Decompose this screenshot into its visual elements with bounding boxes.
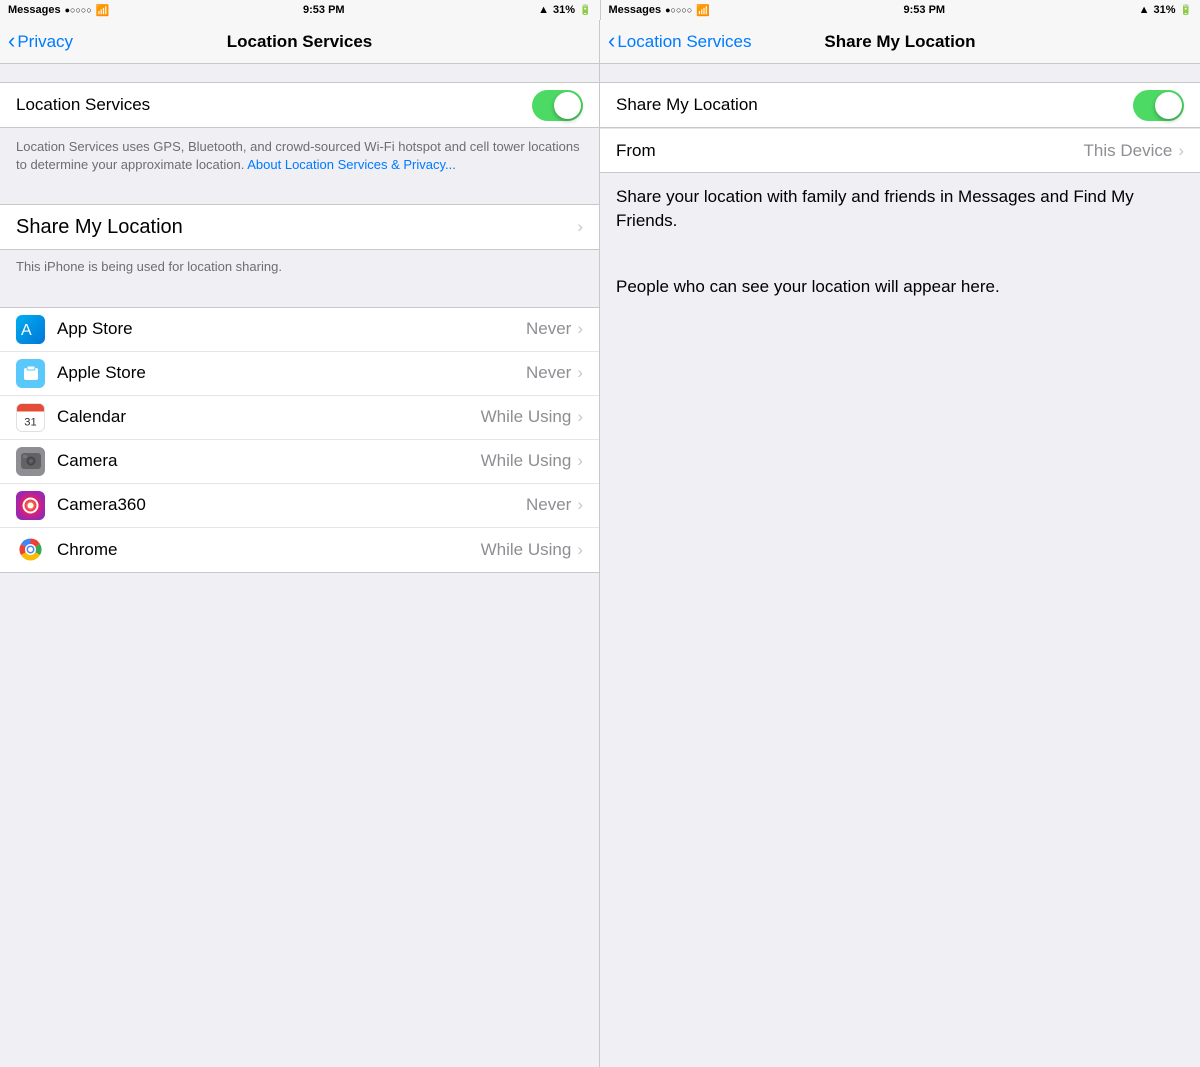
people-note: People who can see your location will ap… (600, 263, 1200, 319)
nav-right: ‹ Location Services Share My Location (600, 20, 1200, 63)
privacy-link[interactable]: About Location Services & Privacy... (247, 157, 456, 172)
carrier-right: Messages (609, 4, 662, 16)
app-icon-appstore: A (16, 315, 45, 344)
share-my-location-chevron: › (577, 217, 583, 237)
share-my-location-label: Share My Location (16, 216, 577, 239)
location-services-row[interactable]: Location Services (0, 83, 599, 127)
app-list-card: A App Store Never › Apple Store Never › (0, 307, 599, 573)
toggle-knob (554, 92, 581, 119)
app-permission-applestore: Never (526, 363, 571, 383)
share-my-location-card: Share My Location › (0, 204, 599, 250)
app-chevron-camera: › (577, 451, 583, 471)
share-location-toggle[interactable] (1133, 90, 1184, 121)
nav-bar: ‹ Privacy Location Services ‹ Location S… (0, 20, 1200, 64)
location-services-card: Location Services (0, 82, 599, 128)
app-row-camera[interactable]: Camera While Using › (0, 440, 599, 484)
app-chevron-chrome: › (577, 540, 583, 560)
gap-top-left (0, 64, 599, 82)
app-permission-calendar: While Using (481, 407, 572, 427)
back-label-right: Location Services (617, 32, 751, 52)
wifi-icon-right: 📶 (696, 4, 710, 17)
share-description: Share your location with family and frie… (600, 173, 1200, 253)
app-icon-calendar: 31 (16, 403, 45, 432)
back-button-right[interactable]: ‹ Location Services (608, 32, 752, 52)
status-right-items-right: ▲ 31% 🔋 (1139, 4, 1192, 16)
app-icon-applestore (16, 359, 45, 388)
app-name-camera360: Camera360 (57, 495, 526, 515)
app-name-calendar: Calendar (57, 407, 481, 427)
app-permission-appstore: Never (526, 319, 571, 339)
gap-top-right (600, 64, 1200, 82)
app-name-camera: Camera (57, 451, 481, 471)
location-services-toggle[interactable] (532, 90, 583, 121)
app-icon-camera360 (16, 491, 45, 520)
app-permission-camera360: Never (526, 495, 571, 515)
share-location-toggle-label: Share My Location (616, 95, 1133, 115)
app-chevron-camera360: › (577, 495, 583, 515)
location-icon-left: ▲ (538, 4, 549, 16)
location-services-label: Location Services (16, 95, 532, 115)
app-row-calendar[interactable]: 31 Calendar While Using › (0, 396, 599, 440)
app-row-camera360[interactable]: Camera360 Never › (0, 484, 599, 528)
app-permission-camera: While Using (481, 451, 572, 471)
wifi-icon-left: 📶 (96, 4, 110, 17)
time-right: 9:53 PM (904, 4, 946, 16)
app-chevron-applestore: › (577, 363, 583, 383)
share-location-toggle-row[interactable]: Share My Location (600, 83, 1200, 127)
status-left-items-right: Messages ●○○○○ 📶 (609, 4, 710, 17)
app-chevron-appstore: › (577, 319, 583, 339)
nav-left: ‹ Privacy Location Services (0, 20, 600, 63)
app-name-applestore: Apple Store (57, 363, 526, 383)
nav-title-left: Location Services (227, 32, 373, 52)
app-permission-chrome: While Using (481, 540, 572, 560)
app-name-appstore: App Store (57, 319, 526, 339)
app-icon-chrome (16, 535, 45, 564)
share-note: This iPhone is being used for location s… (0, 250, 599, 288)
status-left-items: Messages ●○○○○ 📶 (8, 4, 109, 17)
status-bar-left: Messages ●○○○○ 📶 9:53 PM ▲ 31% 🔋 (0, 0, 600, 20)
battery-icon-left: 🔋 (579, 5, 591, 16)
nav-title-right: Share My Location (824, 32, 975, 52)
location-icon-right: ▲ (1139, 4, 1150, 16)
share-location-toggle-card: Share My Location (600, 82, 1200, 128)
from-value: This Device (1084, 141, 1173, 161)
battery-pct-left: 31% (553, 4, 575, 16)
left-panel: Location Services Location Services uses… (0, 64, 600, 1067)
right-panel: Share My Location From This Device › Sha… (600, 64, 1200, 1067)
back-label-left: Privacy (17, 32, 73, 52)
status-right-items-left: ▲ 31% 🔋 (538, 4, 591, 16)
status-bar-right: Messages ●○○○○ 📶 9:53 PM ▲ 31% 🔋 (601, 0, 1200, 20)
from-device-row[interactable]: From This Device › (600, 128, 1200, 172)
chevron-left-icon-right: ‹ (608, 30, 615, 52)
time-left: 9:53 PM (303, 4, 345, 16)
app-row-chrome[interactable]: Chrome While Using › (0, 528, 599, 572)
carrier-left: Messages (8, 4, 61, 16)
app-name-chrome: Chrome (57, 540, 481, 560)
share-my-location-row[interactable]: Share My Location › (0, 205, 599, 249)
from-label: From (616, 141, 1084, 161)
battery-icon-right: 🔋 (1180, 5, 1192, 16)
app-icon-camera (16, 447, 45, 476)
back-button-left[interactable]: ‹ Privacy (8, 32, 73, 52)
toggle-knob-right (1155, 92, 1182, 119)
app-chevron-calendar: › (577, 407, 583, 427)
from-chevron: › (1178, 141, 1184, 161)
gap-3-left (0, 289, 599, 307)
battery-pct-right: 31% (1154, 4, 1176, 16)
gap-2-left (0, 186, 599, 204)
status-bar: Messages ●○○○○ 📶 9:53 PM ▲ 31% 🔋 Message… (0, 0, 1200, 20)
signal-left: ●○○○○ (65, 5, 92, 15)
signal-right: ●○○○○ (665, 5, 692, 15)
svg-text:A: A (21, 322, 32, 339)
chevron-left-icon-left: ‹ (8, 30, 15, 52)
main-content: Location Services Location Services uses… (0, 64, 1200, 1067)
app-row-appstore[interactable]: A App Store Never › (0, 308, 599, 352)
svg-text:31: 31 (24, 416, 36, 428)
from-device-card: From This Device › (600, 128, 1200, 173)
gap-2-right (600, 253, 1200, 263)
app-row-applestore[interactable]: Apple Store Never › (0, 352, 599, 396)
location-services-description: Location Services uses GPS, Bluetooth, a… (0, 128, 599, 186)
